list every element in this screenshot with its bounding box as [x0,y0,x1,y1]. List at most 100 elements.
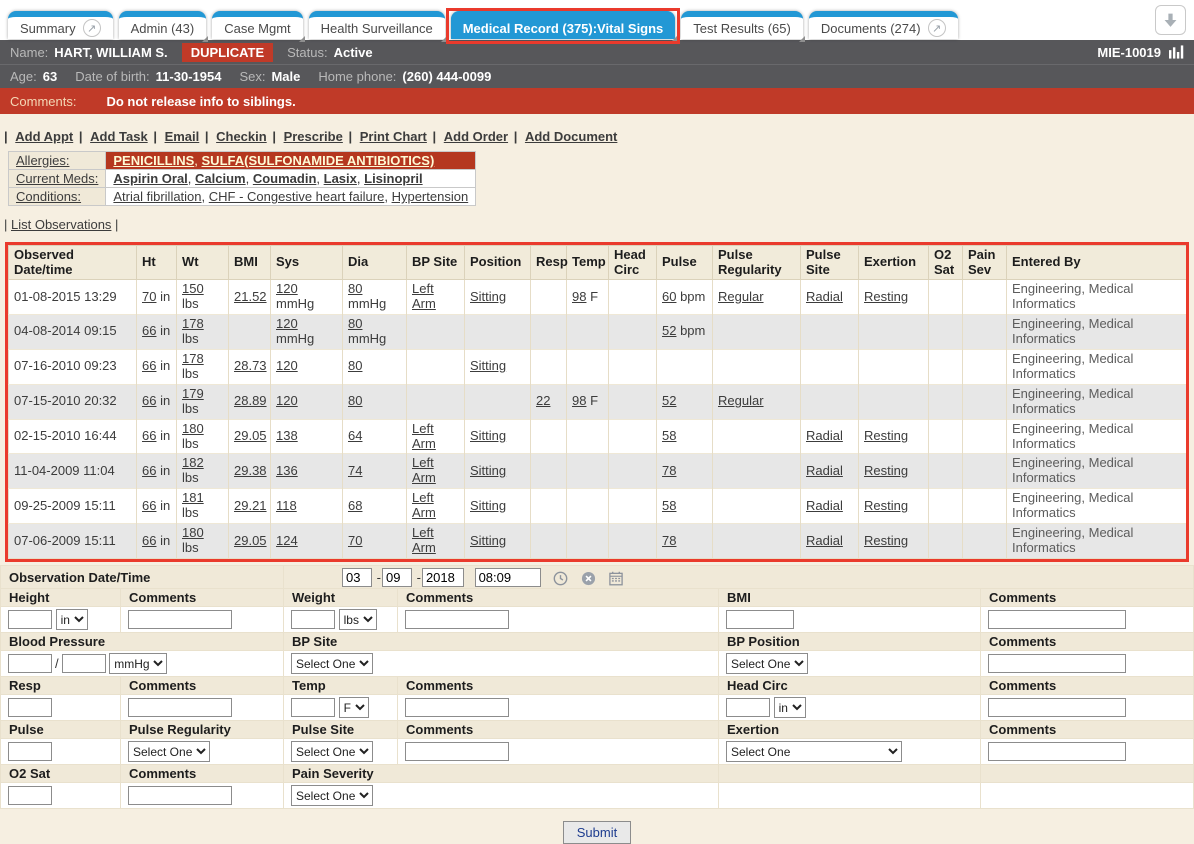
pulse-link[interactable]: 78 [662,533,676,548]
dia-link[interactable]: 80 [348,393,362,408]
bar-chart-icon[interactable] [1169,45,1184,59]
pulse-input[interactable] [8,742,52,761]
bmi-link[interactable]: 28.73 [234,358,267,373]
tab-documents-274[interactable]: Documents (274)↗ [809,11,958,39]
ht-link[interactable]: 66 [142,428,156,443]
position-link[interactable]: Sitting [470,358,506,373]
position-link[interactable]: Sitting [470,533,506,548]
dia-link[interactable]: 74 [348,463,362,478]
temp-unit-select[interactable]: F [339,697,369,718]
height-unit-select[interactable]: in [56,609,88,630]
bp-site-link[interactable]: Left Arm [412,421,436,451]
collapse-header-button[interactable] [1155,5,1186,35]
temp-input[interactable] [291,698,335,717]
exertion-comments-input[interactable] [988,742,1126,761]
sys-link[interactable]: 136 [276,463,298,478]
position-link[interactable]: Sitting [470,498,506,513]
height-input[interactable] [8,610,52,629]
wt-link[interactable]: 180 [182,421,204,436]
bmi-link[interactable]: 29.05 [234,428,267,443]
bp-position-select[interactable]: Select One [726,653,808,674]
tab-medical-record-375-vital-signs[interactable]: Medical Record (375):Vital Signs [451,11,676,39]
exertion-link[interactable]: Resting [864,463,908,478]
tab-case-mgmt[interactable]: Case Mgmt [212,11,302,39]
wt-link[interactable]: 178 [182,316,204,331]
exertion-select[interactable]: Select One [726,741,902,762]
bp-diastolic-input[interactable] [62,654,106,673]
sys-link[interactable]: 120 [276,393,298,408]
pulse-link[interactable]: 52 [662,323,676,338]
pulse-link[interactable]: 58 [662,428,676,443]
pulse-site-link[interactable]: Radial [806,463,843,478]
duplicate-badge[interactable]: DUPLICATE [182,43,273,62]
sys-link[interactable]: 138 [276,428,298,443]
weight-comments-input[interactable] [405,610,509,629]
temp-link[interactable]: 98 [572,393,586,408]
dia-link[interactable]: 80 [348,316,362,331]
condition-link-atrial-fibrillation[interactable]: Atrial fibrillation [113,189,201,204]
popout-icon[interactable]: ↗ [928,19,946,37]
pulse-regularity-link[interactable]: Regular [718,289,764,304]
med-link-calcium[interactable]: Calcium [195,171,246,186]
wt-link[interactable]: 181 [182,490,204,505]
action-link-checkin[interactable]: Checkin [216,129,267,144]
dia-link[interactable]: 80 [348,281,362,296]
dia-link[interactable]: 70 [348,533,362,548]
pulse-link[interactable]: 58 [662,498,676,513]
wt-link[interactable]: 180 [182,525,204,540]
submit-button[interactable]: Submit [563,821,631,844]
tab-admin-43[interactable]: Admin (43) [119,11,207,39]
action-link-prescribe[interactable]: Prescribe [284,129,343,144]
head-circ-comments-input[interactable] [988,698,1126,717]
sys-link[interactable]: 120 [276,281,298,296]
allergy-link-penicillins[interactable]: PENICILLINS [113,153,194,168]
bp-site-select[interactable]: Select One [291,653,373,674]
exertion-link[interactable]: Resting [864,533,908,548]
pulse-comments-input[interactable] [405,742,509,761]
condition-link-hypertension[interactable]: Hypertension [392,189,469,204]
med-link-coumadin[interactable]: Coumadin [253,171,317,186]
sys-link[interactable]: 118 [276,498,297,513]
popout-icon[interactable]: ↗ [83,19,101,37]
position-link[interactable]: Sitting [470,289,506,304]
temp-link[interactable]: 98 [572,289,586,304]
bmi-link[interactable]: 29.38 [234,463,267,478]
list-observations-link[interactable]: List Observations [11,217,111,232]
exertion-link[interactable]: Resting [864,498,908,513]
obs-day-input[interactable] [382,568,412,587]
pain-severity-select[interactable]: Select One [291,785,373,806]
head-circ-unit-select[interactable]: in [774,697,806,718]
height-comments-input[interactable] [128,610,232,629]
bmi-link[interactable]: 28.89 [234,393,267,408]
pulse-link[interactable]: 78 [662,463,676,478]
calendar-icon[interactable] [608,571,624,586]
tab-health-surveillance[interactable]: Health Surveillance [309,11,445,39]
tab-summary[interactable]: Summary↗ [8,11,113,39]
sys-link[interactable]: 124 [276,533,298,548]
dia-link[interactable]: 64 [348,428,362,443]
wt-link[interactable]: 182 [182,455,204,470]
condition-link-chf-congestive-heart-failure[interactable]: CHF - Congestive heart failure [209,189,385,204]
bmi-input[interactable] [726,610,794,629]
pulse-link[interactable]: 60 [662,289,676,304]
tab-test-results-65[interactable]: Test Results (65) [681,11,803,39]
dia-link[interactable]: 80 [348,358,362,373]
exertion-link[interactable]: Resting [864,428,908,443]
action-link-add-appt[interactable]: Add Appt [15,129,73,144]
allergies-label-link[interactable]: Allergies: [16,153,69,168]
action-link-add-document[interactable]: Add Document [525,129,617,144]
bmi-link[interactable]: 29.21 [234,498,267,513]
obs-month-input[interactable] [342,568,372,587]
bmi-link[interactable]: 29.05 [234,533,267,548]
resp-link[interactable]: 22 [536,393,550,408]
ht-link[interactable]: 66 [142,323,156,338]
pulse-regularity-link[interactable]: Regular [718,393,764,408]
med-link-lasix[interactable]: Lasix [324,171,357,186]
current-meds-label-link[interactable]: Current Meds: [16,171,98,186]
head-circ-input[interactable] [726,698,770,717]
bp-systolic-input[interactable] [8,654,52,673]
o2-sat-comments-input[interactable] [128,786,232,805]
ht-link[interactable]: 66 [142,358,156,373]
resp-comments-input[interactable] [128,698,232,717]
sys-link[interactable]: 120 [276,358,298,373]
